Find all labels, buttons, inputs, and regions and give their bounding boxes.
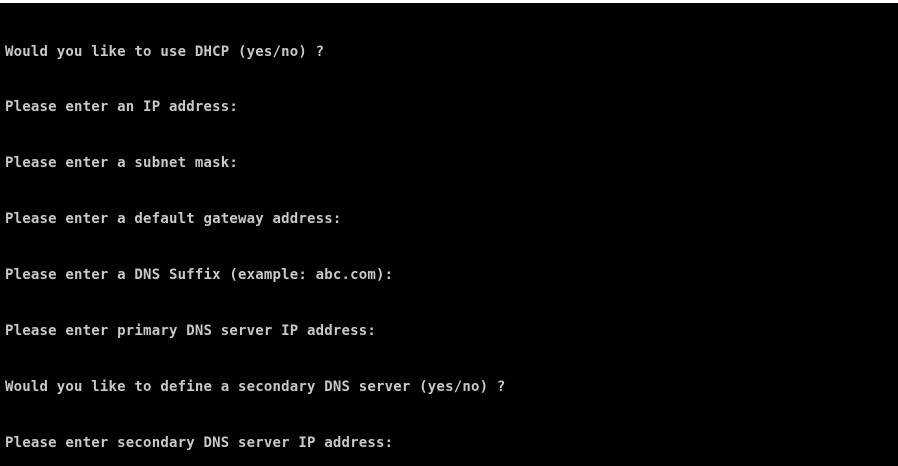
prompt-default-gateway: Please enter a default gateway address: [5,211,342,227]
prompt-ip-address: Please enter an IP address: [5,99,238,115]
prompt-subnet-mask: Please enter a subnet mask: [5,155,238,171]
prompt-secondary-dns-choice: Would you like to define a secondary DNS… [5,379,506,395]
prompt-secondary-dns: Please enter secondary DNS server IP add… [5,435,394,451]
console-window[interactable]: Would you like to use DHCP (yes/no) ? Pl… [0,0,898,466]
prompt-dns-suffix: Please enter a DNS Suffix (example: abc.… [5,267,394,283]
prompt-primary-dns: Please enter primary DNS server IP addre… [5,323,377,339]
window-top-edge [0,0,898,3]
prompt-dhcp: Would you like to use DHCP (yes/no) ? [5,44,325,60]
